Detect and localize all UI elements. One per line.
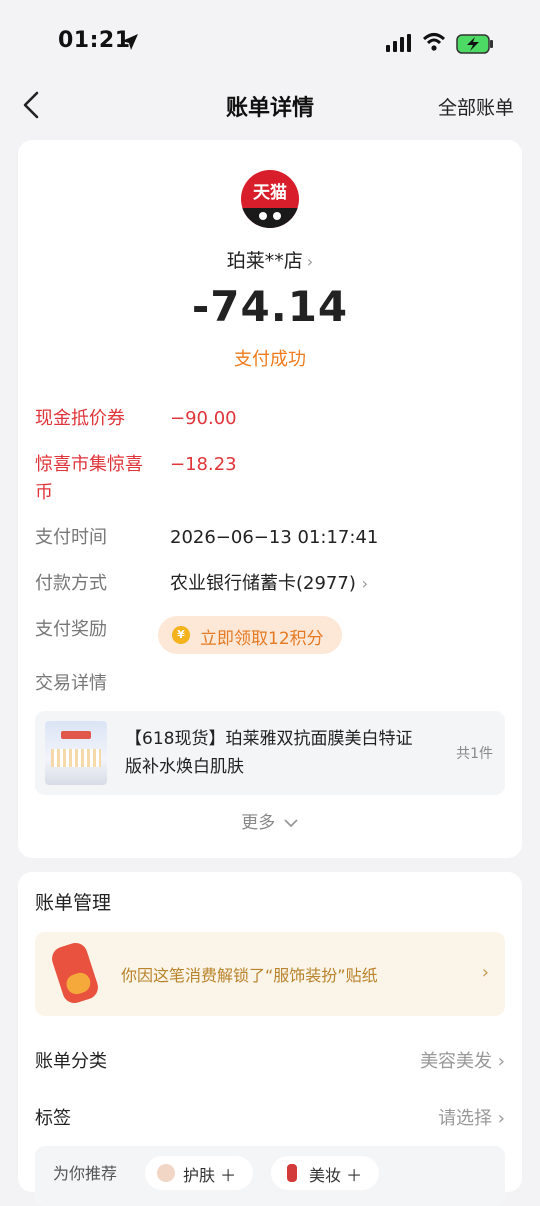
bill-amount: -74.14	[191, 282, 349, 331]
sticker-unlock-banner[interactable]: 你因这笔消费解锁了“服饰装扮”贴纸 ›	[35, 932, 505, 1016]
tag-label: 标签	[35, 1108, 71, 1129]
product-title: 【618现货】珀莱雅双抗面膜美白特证版补水焕白肌肤	[125, 729, 413, 777]
wifi-icon	[422, 33, 446, 51]
product-item[interactable]: 【618现货】珀莱雅双抗面膜美白特证版补水焕白肌肤 共1件	[35, 711, 505, 795]
shop-name: 珀莱**店	[226, 250, 303, 272]
more-label: 更多	[241, 813, 276, 833]
claim-points-button[interactable]: ¥ 立即领取12积分	[158, 616, 342, 654]
chevron-right-icon: ›	[481, 962, 489, 983]
payment-status: 支付成功	[234, 349, 306, 370]
shop-name-link[interactable]: 珀莱**店 ›	[18, 246, 522, 273]
chevron-right-icon: ›	[497, 1051, 505, 1072]
all-bills-link[interactable]: 全部账单	[438, 93, 514, 120]
chevron-right-icon: ›	[306, 252, 314, 271]
recommend-label: 为你推荐	[53, 1164, 118, 1183]
bill-management-card: 账单管理 你因这笔消费解锁了“服饰装扮”贴纸 › 账单分类 美容美发 › 标签 …	[18, 872, 522, 1206]
tag-value: 请选择 ›	[438, 1108, 505, 1129]
chevron-right-icon: ›	[497, 1108, 505, 1129]
category-value: 美容美发 ›	[420, 1051, 505, 1072]
chevron-down-icon	[284, 819, 298, 828]
logo-text: 天猫	[253, 183, 287, 203]
merchant-logo: 天猫	[241, 170, 299, 228]
category-label: 账单分类	[35, 1051, 107, 1072]
status-bar: 01:21	[0, 0, 540, 80]
location-arrow-icon	[122, 34, 138, 50]
pay-time-label: 支付时间	[35, 527, 107, 548]
battery-charging-icon	[456, 34, 493, 54]
pay-method-label: 付款方式	[35, 573, 107, 594]
claim-points-text: 立即领取12积分	[200, 629, 324, 649]
reward-label: 支付奖励	[35, 619, 107, 640]
bill-detail-card: 天猫 珀莱**店 › -74.14 支付成功 现金抵价券 −90.00 惊喜市集惊…	[18, 140, 522, 858]
nav-bar: 账单详情 全部账单	[0, 80, 540, 132]
cellular-signal-icon	[386, 34, 411, 52]
discount-value: −18.23	[170, 454, 237, 475]
trade-detail-label: 交易详情	[35, 673, 107, 694]
tag-chip-skincare[interactable]: 护肤 ＋	[145, 1156, 253, 1190]
coin-icon: ¥	[172, 626, 190, 644]
discount-value: −90.00	[170, 408, 237, 429]
lipstick-icon	[287, 1164, 297, 1182]
product-thumbnail	[45, 721, 107, 785]
discount-label: 现金抵价券	[35, 408, 125, 429]
face-icon	[157, 1164, 175, 1182]
pay-method-value: 农业银行储蓄卡(2977) ›	[170, 573, 368, 594]
tag-chip-makeup[interactable]: 美妆 ＋	[271, 1156, 379, 1190]
more-button[interactable]: 更多	[18, 808, 522, 833]
chevron-right-icon: ›	[361, 574, 368, 593]
pay-time-value: 2026−06−13 01:17:41	[170, 527, 379, 548]
product-count: 共1件	[456, 746, 493, 762]
tag-recommend-panel: 为你推荐 护肤 ＋ 美妆 ＋	[35, 1146, 505, 1206]
section-title: 账单管理	[35, 892, 112, 914]
sticker-icon	[48, 939, 102, 1007]
discount-label: 惊喜市集惊喜币	[35, 454, 143, 503]
sticker-text: 你因这笔消费解锁了“服饰装扮”贴纸	[121, 966, 378, 985]
